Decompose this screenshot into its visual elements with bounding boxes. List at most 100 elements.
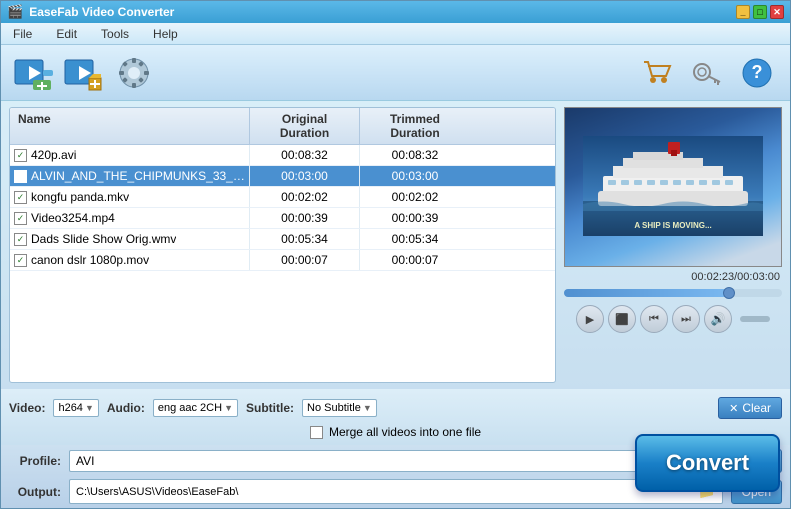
- file-checkbox[interactable]: ✓: [14, 149, 27, 162]
- add-folder-button[interactable]: [63, 52, 105, 94]
- app-window: 🎬 EaseFab Video Converter _ □ ✕ File Edi…: [0, 0, 791, 509]
- menu-tools[interactable]: Tools: [97, 25, 133, 43]
- video-track-value: h264: [58, 402, 82, 414]
- restore-button[interactable]: □: [753, 5, 767, 19]
- stop-button[interactable]: ⬛: [608, 305, 636, 333]
- audio-label: Audio:: [107, 401, 145, 415]
- file-row[interactable]: ✓ kongfu panda.mkv 00:02:0200:02:02: [10, 187, 555, 208]
- audio-track-select[interactable]: eng aac 2CH ▼: [153, 399, 238, 417]
- svg-text:A SHIP IS MOVING...: A SHIP IS MOVING...: [634, 221, 711, 230]
- next-frame-button[interactable]: ⏭: [672, 305, 700, 333]
- file-row-name: ✓ canon dslr 1080p.mov: [10, 250, 250, 270]
- profile-label: Profile:: [9, 454, 61, 468]
- file-original-duration: 00:05:34: [250, 229, 360, 249]
- menu-edit[interactable]: Edit: [52, 25, 81, 43]
- add-video-button[interactable]: [13, 52, 55, 94]
- merge-label: Merge all videos into one file: [329, 425, 481, 439]
- preview-progress-bar[interactable]: [564, 289, 782, 297]
- file-original-duration: 00:02:02: [250, 187, 360, 207]
- menu-file[interactable]: File: [9, 25, 36, 43]
- file-checkbox[interactable]: ✓: [14, 212, 27, 225]
- convert-button[interactable]: Convert: [635, 434, 780, 492]
- toolbar-left: [13, 52, 155, 94]
- menu-bar: File Edit Tools Help: [1, 23, 790, 45]
- file-row[interactable]: ✓Video3254.mp400:00:3900:00:39: [10, 208, 555, 229]
- file-name-text: Dads Slide Show Orig.wmv: [31, 232, 176, 246]
- preview-panel: A SHIP IS MOVING... 00:02:23/00:03:00 ▶ …: [564, 107, 782, 383]
- subtitle-label: Subtitle:: [246, 401, 294, 415]
- file-list-header: Name Original Duration Trimmed Duration: [10, 108, 555, 145]
- file-trimmed-duration: 00:08:32: [360, 145, 470, 165]
- file-original-duration: 00:03:00: [250, 166, 360, 186]
- minimize-button[interactable]: _: [736, 5, 750, 19]
- file-name-text: kongfu panda.mkv: [31, 190, 129, 204]
- subtitle-track-value: No Subtitle: [307, 402, 361, 414]
- file-checkbox[interactable]: ✓: [14, 233, 27, 246]
- preview-time: 00:02:23/00:03:00: [564, 271, 782, 283]
- clear-label: Clear: [742, 401, 771, 415]
- subtitle-track-select[interactable]: No Subtitle ▼: [302, 399, 377, 417]
- volume-button[interactable]: 🔊: [704, 305, 732, 333]
- file-row[interactable]: ✓ ALVIN_AND_THE_CHIPMUNKS_33_1.mp4 00:03:0…: [10, 166, 555, 187]
- file-name-text: ALVIN_AND_THE_CHIPMUNKS_33_1.mp4: [31, 169, 245, 183]
- track-row: Video: h264 ▼ Audio: eng aac 2CH ▼ Subti…: [9, 393, 782, 423]
- file-list-panel: Name Original Duration Trimmed Duration …: [9, 107, 556, 383]
- title-bar-left: 🎬 EaseFab Video Converter: [7, 4, 174, 20]
- preview-video: A SHIP IS MOVING...: [564, 107, 782, 267]
- file-row[interactable]: ✓Dads Slide Show Orig.wmv00:05:3400:05:3…: [10, 229, 555, 250]
- output-path-input[interactable]: C:\Users\ASUS\Videos\EaseFab\ 📁: [69, 479, 723, 504]
- file-trimmed-duration: 00:02:02: [360, 187, 470, 207]
- file-row-name: ✓ kongfu panda.mkv: [10, 187, 250, 207]
- file-row-name: ✓ Dads Slide Show Orig.wmv: [10, 229, 250, 249]
- file-original-duration: 00:08:32: [250, 145, 360, 165]
- shop-button[interactable]: [636, 52, 678, 94]
- key-button[interactable]: [686, 52, 728, 94]
- file-checkbox[interactable]: ✓: [14, 254, 27, 267]
- video-track-select[interactable]: h264 ▼: [53, 399, 98, 417]
- file-row[interactable]: ✓420p.avi00:08:3200:08:32: [10, 145, 555, 166]
- convert-section: Convert: [635, 434, 780, 492]
- col-header-trimmed: Trimmed Duration: [360, 108, 470, 144]
- profile-dropdown[interactable]: AVI ▼: [69, 450, 709, 472]
- play-button[interactable]: ▶: [576, 305, 604, 333]
- title-bar: 🎬 EaseFab Video Converter _ □ ✕: [1, 1, 790, 23]
- file-checkbox[interactable]: ✓: [14, 170, 27, 183]
- clear-button[interactable]: ✕ Clear: [718, 397, 782, 419]
- preview-progress-handle[interactable]: [723, 287, 735, 299]
- settings-button[interactable]: [113, 52, 155, 94]
- subtitle-track-arrow: ▼: [363, 403, 372, 413]
- file-original-duration: 00:00:07: [250, 250, 360, 270]
- merge-checkbox[interactable]: [310, 426, 323, 439]
- preview-controls: ▶ ⬛ ⏮ ⏭ 🔊: [564, 305, 782, 333]
- audio-track-value: eng aac 2CH: [158, 402, 222, 414]
- prev-frame-button[interactable]: ⏮: [640, 305, 668, 333]
- volume-slider[interactable]: [740, 316, 770, 322]
- preview-ship-image: A SHIP IS MOVING...: [583, 136, 763, 236]
- help-button[interactable]: ?: [736, 52, 778, 94]
- file-name-text: canon dslr 1080p.mov: [31, 253, 149, 267]
- file-name-text: Video3254.mp4: [31, 211, 115, 225]
- clear-icon: ✕: [729, 402, 738, 415]
- col-header-name: Name: [10, 108, 250, 144]
- file-trimmed-duration: 00:00:39: [360, 208, 470, 228]
- close-button[interactable]: ✕: [770, 5, 784, 19]
- video-label: Video:: [9, 401, 45, 415]
- toolbar-right: ?: [636, 52, 778, 94]
- main-content: Name Original Duration Trimmed Duration …: [1, 101, 790, 389]
- file-row-name: ✓420p.avi: [10, 145, 250, 165]
- file-row[interactable]: ✓ canon dslr 1080p.mov 00:00:0700:00:07: [10, 250, 555, 271]
- file-trimmed-duration: 00:03:00: [360, 166, 470, 186]
- profile-value: AVI: [76, 454, 94, 468]
- menu-help[interactable]: Help: [149, 25, 182, 43]
- file-trimmed-duration: 00:00:07: [360, 250, 470, 270]
- app-icon: 🎬: [7, 4, 23, 20]
- title-bar-controls: _ □ ✕: [736, 5, 784, 19]
- audio-track-arrow: ▼: [224, 403, 233, 413]
- svg-text:?: ?: [752, 62, 763, 82]
- output-path-value: C:\Users\ASUS\Videos\EaseFab\: [76, 486, 698, 498]
- video-track-arrow: ▼: [85, 403, 94, 413]
- file-checkbox[interactable]: ✓: [14, 191, 27, 204]
- app-title: EaseFab Video Converter: [29, 5, 174, 19]
- output-label: Output:: [9, 485, 61, 499]
- file-row-name: ✓ Video3254.mp4: [10, 208, 250, 228]
